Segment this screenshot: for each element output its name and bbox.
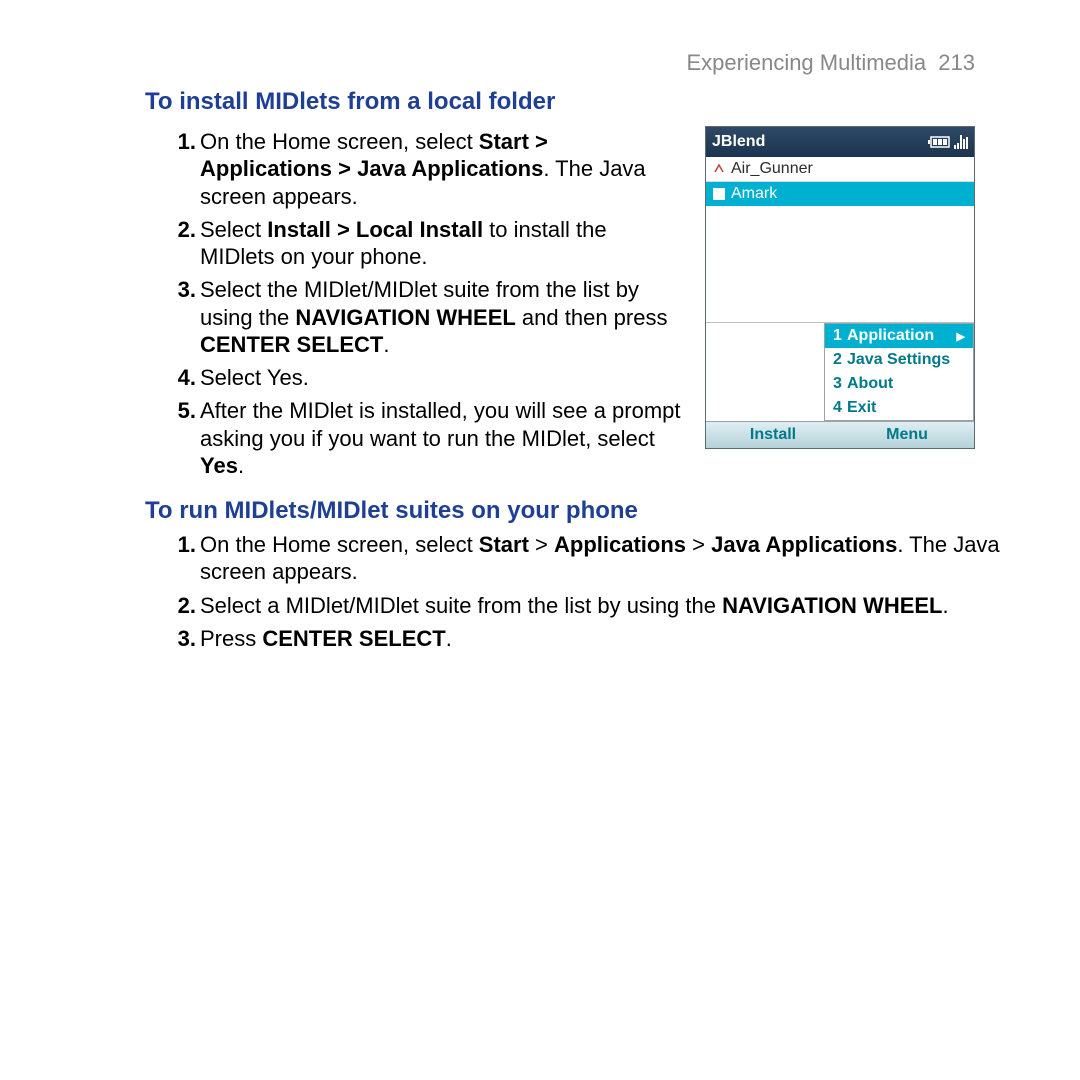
- phone-menu-item[interactable]: 2 Java Settings: [825, 348, 973, 372]
- phone-menu-item[interactable]: 4 Exit: [825, 396, 973, 420]
- install-steps-list: 1.On the Home screen, select Start > App…: [145, 128, 685, 479]
- step-number: 5.: [166, 397, 196, 424]
- phone-menu-item[interactable]: 1 Application ▶: [825, 324, 973, 348]
- submenu-arrow-icon: ▶: [957, 330, 965, 343]
- menu-item-number: 4: [833, 399, 847, 417]
- step-item: 5.After the MIDlet is installed, you wil…: [200, 397, 685, 479]
- menu-item-label: Java Settings: [847, 351, 950, 369]
- step-text: Yes: [200, 453, 238, 478]
- softkey-left[interactable]: Install: [706, 422, 840, 448]
- phone-app-name: Air_Gunner: [731, 160, 813, 178]
- phone-app-list: Air_Gunner Amark: [706, 157, 974, 323]
- step-text: Press: [200, 626, 262, 651]
- heading-install-local: To install MIDlets from a local folder: [145, 88, 1030, 116]
- java-app-icon: [712, 162, 726, 176]
- menu-item-label: About: [847, 375, 893, 393]
- step-text: NAVIGATION WHEEL: [722, 593, 942, 618]
- step-number: 1.: [166, 128, 196, 155]
- step-text: Select a MIDlet/MIDlet suite from the li…: [200, 593, 722, 618]
- step-item: 2.Select a MIDlet/MIDlet suite from the …: [200, 592, 1030, 619]
- phone-app-name: Amark: [731, 185, 777, 203]
- signal-icon: [954, 135, 968, 149]
- step-text: CENTER SELECT: [200, 332, 383, 357]
- menu-item-label: Application: [847, 327, 934, 345]
- step-number: 4.: [166, 364, 196, 391]
- step-text: Java Applications: [711, 532, 897, 557]
- softkey-right[interactable]: Menu: [840, 422, 974, 448]
- java-app-icon: [712, 187, 726, 201]
- step-number: 2.: [166, 592, 196, 619]
- phone-menu-item[interactable]: 3 About: [825, 372, 973, 396]
- step-item: 1.On the Home screen, select Start > App…: [200, 128, 685, 210]
- manual-page: Experiencing Multimedia 213 To install M…: [0, 0, 1080, 1080]
- step-text: .: [238, 453, 244, 478]
- step-item: 1.On the Home screen, select Start > App…: [200, 531, 1030, 586]
- step-text: Select Yes.: [200, 365, 309, 390]
- step-text: Select: [200, 217, 267, 242]
- phone-app-title: JBlend: [712, 133, 765, 151]
- step-text: On the Home screen, select: [200, 129, 479, 154]
- step-item: 4.Select Yes.: [200, 364, 685, 391]
- step-text: CENTER SELECT: [262, 626, 445, 651]
- run-steps-list: 1.On the Home screen, select Start > App…: [145, 531, 1030, 652]
- step-text: .: [383, 332, 389, 357]
- status-icons: [928, 135, 968, 149]
- step-text: Install > Local Install: [267, 217, 483, 242]
- step-number: 2.: [166, 216, 196, 243]
- step-number: 3.: [166, 625, 196, 652]
- step-text: >: [529, 532, 554, 557]
- menu-item-number: 1: [833, 327, 847, 345]
- step-text: .: [943, 593, 949, 618]
- phone-screenshot: JBlend Air_Gunner Amark 1 Application ▶ 2 J…: [705, 126, 975, 449]
- step-text: Start: [479, 532, 529, 557]
- menu-item-number: 3: [833, 375, 847, 393]
- step-text: NAVIGATION WHEEL: [295, 305, 515, 330]
- phone-app-row[interactable]: Air_Gunner: [706, 157, 974, 181]
- menu-item-number: 2: [833, 351, 847, 369]
- section-name: Experiencing Multimedia: [686, 50, 926, 75]
- menu-item-label: Exit: [847, 399, 876, 417]
- step-text: .: [446, 626, 452, 651]
- step-number: 1.: [166, 531, 196, 558]
- battery-icon: [928, 136, 950, 148]
- phone-popup-menu: 1 Application▶2 Java Settings3 About4 Ex…: [824, 323, 974, 421]
- step-text: After the MIDlet is installed, you will …: [200, 398, 681, 450]
- step-item: 3.Select the MIDlet/MIDlet suite from th…: [200, 276, 685, 358]
- phone-softkey-bar: Install Menu: [706, 421, 974, 448]
- step-item: 2.Select Install > Local Install to inst…: [200, 216, 685, 271]
- phone-titlebar: JBlend: [706, 127, 974, 157]
- running-header: Experiencing Multimedia 213: [145, 50, 1030, 76]
- step-number: 3.: [166, 276, 196, 303]
- step-text: Applications: [554, 532, 686, 557]
- page-number: 213: [938, 50, 975, 75]
- phone-app-row[interactable]: Amark: [706, 181, 974, 206]
- heading-run-midlets: To run MIDlets/MIDlet suites on your pho…: [145, 497, 1030, 525]
- step-text: and then press: [516, 305, 668, 330]
- step-text: >: [686, 532, 711, 557]
- step-item: 3.Press CENTER SELECT.: [200, 625, 1030, 652]
- step-text: On the Home screen, select: [200, 532, 479, 557]
